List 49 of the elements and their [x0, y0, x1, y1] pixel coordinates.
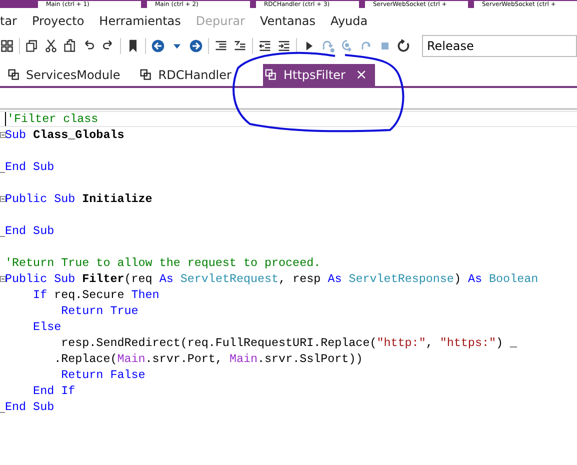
code-line: End Sub: [5, 160, 54, 174]
code-line: 'Return True to allow the request to proceed.: [5, 256, 321, 270]
menu-item[interactable]: Proyecto: [32, 14, 84, 28]
file-tab[interactable]: RDCHandler: [138, 64, 240, 86]
menu-item[interactable]: Ventanas: [260, 14, 316, 28]
code-line: .Replace(Main.srvr.Port, Main.srvr.SslPort)): [53, 352, 363, 366]
code-line: End If: [32, 384, 76, 398]
code-line: If req.Secure Then: [32, 288, 160, 302]
paste-icon[interactable]: [63, 39, 77, 53]
module-icon: [265, 69, 278, 81]
fold-end-marker: [0, 412, 5, 414]
lines-icon[interactable]: [214, 39, 228, 53]
comment-icon[interactable]: [233, 39, 247, 53]
code-line: End Sub: [5, 224, 54, 238]
code-line: Public Sub Filter(req As ServletRequest, resp As ServletResponse) As Boolean: [5, 272, 538, 286]
grid-icon[interactable]: [0, 39, 14, 53]
cut-icon[interactable]: [44, 39, 58, 53]
menu-item[interactable]: Ayuda: [330, 14, 368, 28]
collapse-toggle-icon[interactable]: [0, 132, 6, 138]
tab-label: RDCHandler: [158, 68, 232, 82]
tab-label: HttpsFilter: [283, 68, 346, 82]
menu-item[interactable]: tar: [0, 14, 17, 28]
copy-icon[interactable]: [25, 39, 39, 53]
text-cursor: [5, 112, 6, 126]
file-tab[interactable]: ServicesModule: [6, 64, 128, 86]
menu-item[interactable]: Herramientas: [99, 14, 181, 28]
restart-icon[interactable]: [397, 39, 411, 53]
collapse-toggle-icon[interactable]: [0, 196, 6, 202]
code-line: Return True: [60, 304, 138, 318]
code-line: Public Sub Initialize: [5, 192, 152, 206]
code-line: Sub Class_Globals: [5, 128, 124, 142]
module-icon: [140, 69, 152, 81]
collapse-toggle-icon[interactable]: [0, 276, 6, 282]
outdent-icon[interactable]: [258, 39, 272, 53]
file-tab[interactable]: HttpsFilter ×: [263, 64, 376, 86]
tab-label: ServicesModule: [26, 68, 120, 82]
code-line: Return False: [60, 368, 146, 382]
code-line: 'Filter class: [7, 112, 98, 126]
code-line: End Sub: [5, 400, 54, 414]
fold-end-marker: [0, 236, 5, 238]
module-icon: [8, 69, 20, 81]
back-icon[interactable]: [151, 39, 165, 53]
code-line: resp.SendRedirect(req.FullRequestURI.Replace("http:", "https:") _: [60, 336, 518, 350]
build-config-dropdown[interactable]: Release: [422, 35, 577, 57]
forward-icon[interactable]: [189, 39, 203, 53]
indent-icon[interactable]: [277, 39, 291, 53]
fold-end-marker: [0, 172, 5, 174]
close-button[interactable]: ×: [356, 67, 368, 83]
code-line: Else: [32, 320, 62, 334]
